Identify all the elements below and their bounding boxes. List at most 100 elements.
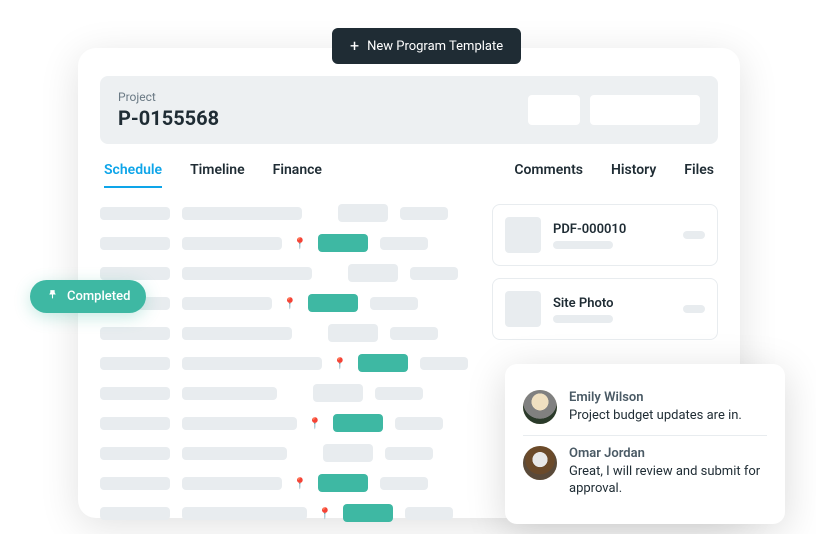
file-name: Site Photo (553, 296, 671, 311)
tab-files[interactable]: Files (684, 162, 714, 188)
cell (323, 444, 373, 462)
cell (182, 297, 272, 310)
comments-card: Emily Wilson Project budget updates are … (505, 364, 785, 524)
file-thumbnail (505, 291, 541, 327)
table-row[interactable]: 📍 (100, 474, 468, 492)
cell (380, 477, 428, 490)
pin-col: 📍 (294, 477, 306, 490)
cell (182, 267, 312, 280)
plus-icon: + (350, 38, 359, 54)
cell (182, 387, 277, 400)
tab-finance[interactable]: Finance (273, 162, 322, 188)
table-row[interactable] (100, 264, 468, 282)
cell (182, 207, 302, 220)
cell (313, 384, 363, 402)
cell (385, 447, 433, 460)
cell (182, 447, 287, 460)
cell (182, 357, 322, 370)
file-info: PDF-000010 (553, 222, 671, 249)
tabs-left: Schedule Timeline Finance (104, 162, 322, 188)
tabs-bar: Schedule Timeline Finance Comments Histo… (100, 162, 718, 188)
cell (182, 327, 292, 340)
table-row[interactable] (100, 384, 468, 402)
completed-label: Completed (67, 289, 130, 304)
cell (100, 267, 170, 280)
cell (400, 207, 448, 220)
file-meta (553, 315, 671, 323)
status-cell (343, 504, 393, 522)
new-program-template-button[interactable]: + New Program Template (332, 28, 521, 64)
cell (395, 417, 443, 430)
comment-text: Great, I will review and submit for appr… (569, 463, 767, 498)
pin-col: 📍 (334, 357, 346, 370)
tab-timeline[interactable]: Timeline (190, 162, 245, 188)
status-cell (318, 234, 368, 252)
pin-col: 📍 (319, 507, 331, 520)
pin-icon: 📍 (283, 297, 297, 310)
table-row[interactable]: 📍 (100, 354, 468, 372)
cell (182, 507, 307, 520)
project-id: P-0155568 (118, 106, 219, 130)
tab-schedule[interactable]: Schedule (104, 162, 162, 188)
avatar (523, 390, 557, 424)
cell (182, 477, 282, 490)
pin-icon (46, 288, 59, 305)
table-row[interactable]: 📍 (100, 234, 468, 252)
comment-item[interactable]: Emily Wilson Project budget updates are … (523, 380, 767, 435)
comment-author: Omar Jordan (569, 446, 767, 461)
file-card[interactable]: PDF-000010 (492, 204, 718, 266)
file-badge (683, 231, 705, 239)
cell (100, 387, 170, 400)
cell (375, 387, 423, 400)
tab-comments[interactable]: Comments (514, 162, 583, 188)
file-card[interactable]: Site Photo (492, 278, 718, 340)
tabs-right: Comments History Files (514, 162, 714, 188)
file-meta (553, 241, 671, 249)
table-row[interactable]: 📍 (100, 414, 468, 432)
file-info: Site Photo (553, 296, 671, 323)
header-button-2[interactable] (590, 95, 700, 125)
pin-icon: 📍 (293, 477, 307, 490)
cell (420, 357, 468, 370)
file-thumbnail (505, 217, 541, 253)
cell (338, 204, 388, 222)
table-row[interactable] (100, 204, 468, 222)
cell (370, 297, 418, 310)
table-row[interactable]: 📍 (100, 294, 468, 312)
cell (100, 417, 170, 430)
header-button-1[interactable] (528, 95, 580, 125)
cell (348, 264, 398, 282)
comment-item[interactable]: Omar Jordan Great, I will review and sub… (523, 435, 767, 508)
table-row[interactable]: 📍 (100, 504, 468, 522)
completed-pill[interactable]: Completed (30, 280, 146, 313)
schedule-table: 📍 📍 (100, 204, 468, 534)
new-program-label: New Program Template (367, 39, 503, 54)
tab-history[interactable]: History (611, 162, 656, 188)
table-row[interactable] (100, 324, 468, 342)
comment-text: Project budget updates are in. (569, 407, 767, 425)
cell (410, 267, 458, 280)
pin-col: 📍 (284, 297, 296, 310)
comment-author: Emily Wilson (569, 390, 767, 405)
cell (100, 237, 170, 250)
cell (100, 357, 170, 370)
comment-body: Omar Jordan Great, I will review and sub… (569, 446, 767, 498)
pin-icon: 📍 (333, 357, 347, 370)
project-label: Project (118, 90, 219, 104)
cell (182, 237, 282, 250)
status-cell (318, 474, 368, 492)
project-title-block: Project P-0155568 (118, 90, 219, 130)
project-header: Project P-0155568 (100, 76, 718, 144)
cell (380, 237, 428, 250)
pin-icon: 📍 (318, 507, 332, 520)
status-cell (358, 354, 408, 372)
status-cell (333, 414, 383, 432)
pin-col: 📍 (309, 417, 321, 430)
cell (100, 327, 170, 340)
avatar (523, 446, 557, 480)
cell (100, 477, 170, 490)
table-row[interactable] (100, 444, 468, 462)
header-action-buttons (528, 95, 700, 125)
meta-bar (553, 241, 613, 249)
cell (328, 324, 378, 342)
